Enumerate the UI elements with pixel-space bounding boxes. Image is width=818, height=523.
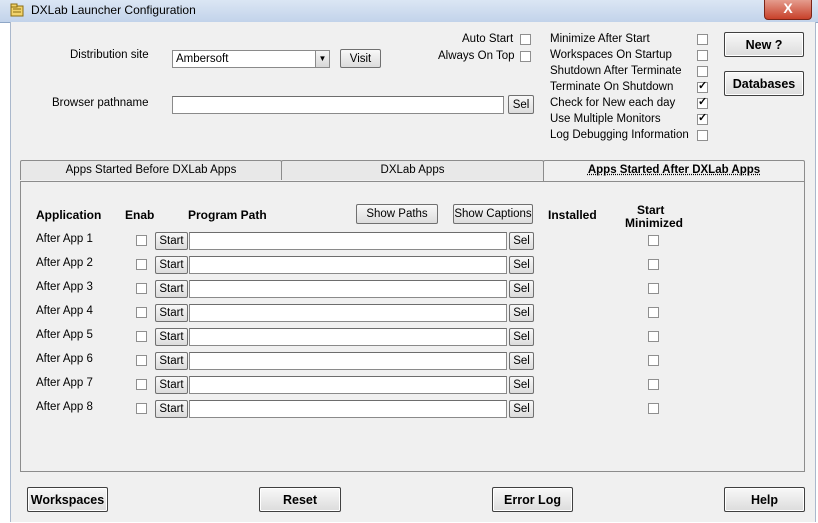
enable-checkbox[interactable]: [136, 259, 147, 270]
option-checkbox[interactable]: [697, 34, 708, 45]
browser-pathname-label: Browser pathname: [52, 97, 149, 109]
start-button[interactable]: Start: [155, 400, 188, 418]
app-name: After App 1: [36, 233, 93, 245]
enable-checkbox[interactable]: [136, 355, 147, 366]
option-label: Log Debugging Information: [550, 129, 689, 141]
start-minimized-checkbox[interactable]: [648, 379, 659, 390]
start-button[interactable]: Start: [155, 256, 188, 274]
distribution-site-label: Distribution site: [70, 49, 149, 61]
tab-panel: [20, 181, 805, 472]
option-label: Workspaces On Startup: [550, 49, 672, 61]
select-path-button[interactable]: Sel: [509, 328, 534, 346]
app-name: After App 5: [36, 329, 93, 341]
option-label: Terminate On Shutdown: [550, 81, 674, 93]
program-path-input[interactable]: [189, 304, 507, 322]
enable-checkbox[interactable]: [136, 307, 147, 318]
start-minimized-checkbox[interactable]: [648, 355, 659, 366]
start-minimized-checkbox[interactable]: [648, 235, 659, 246]
program-path-input[interactable]: [189, 256, 507, 274]
option-label: Use Multiple Monitors: [550, 113, 661, 125]
start-minimized-checkbox[interactable]: [648, 331, 659, 342]
header-minimized: Minimized: [625, 216, 684, 230]
browser-select-button[interactable]: Sel: [508, 95, 534, 114]
program-path-input[interactable]: [189, 280, 507, 298]
dropdown-arrow-icon[interactable]: ▼: [315, 51, 329, 67]
always-on-top-checkbox[interactable]: [520, 51, 531, 62]
start-minimized-checkbox[interactable]: [648, 259, 659, 270]
start-minimized-checkbox[interactable]: [648, 283, 659, 294]
header-installed: Installed: [548, 208, 597, 222]
program-path-input[interactable]: [189, 352, 507, 370]
app-folder-icon: [10, 3, 24, 17]
auto-start-checkbox[interactable]: [520, 34, 531, 45]
start-button[interactable]: Start: [155, 328, 188, 346]
program-path-input[interactable]: [189, 376, 507, 394]
show-captions-button[interactable]: Show Captions: [453, 204, 533, 224]
option-label: Check for New each day: [550, 97, 676, 109]
program-path-input[interactable]: [189, 232, 507, 250]
app-name: After App 3: [36, 281, 93, 293]
start-button[interactable]: Start: [155, 376, 188, 394]
tab-apps-after[interactable]: Apps Started After DXLab Apps: [543, 160, 805, 182]
select-path-button[interactable]: Sel: [509, 304, 534, 322]
select-path-button[interactable]: Sel: [509, 256, 534, 274]
distribution-site-dropdown[interactable]: Ambersoft ▼: [172, 50, 330, 68]
visit-button[interactable]: Visit: [340, 49, 381, 68]
start-button[interactable]: Start: [155, 352, 188, 370]
start-minimized-checkbox[interactable]: [648, 403, 659, 414]
tab-apps-before[interactable]: Apps Started Before DXLab Apps: [20, 160, 282, 180]
app-name: After App 7: [36, 377, 93, 389]
select-path-button[interactable]: Sel: [509, 352, 534, 370]
tab-apps-after-label: Apps Started After DXLab Apps: [587, 164, 761, 176]
auto-start-label: Auto Start: [462, 33, 514, 45]
enable-checkbox[interactable]: [136, 283, 147, 294]
app-name: After App 2: [36, 257, 93, 269]
close-button[interactable]: X: [764, 0, 812, 20]
option-label: Minimize After Start: [550, 33, 650, 45]
workspaces-button[interactable]: Workspaces: [27, 487, 108, 512]
title-bar: DXLab Launcher Configuration X: [0, 0, 818, 23]
option-checkbox[interactable]: [697, 130, 708, 141]
help-button[interactable]: Help: [724, 487, 805, 512]
browser-pathname-input[interactable]: [172, 96, 504, 114]
reset-button[interactable]: Reset: [259, 487, 341, 512]
header-application: Application: [36, 208, 102, 222]
start-button[interactable]: Start: [155, 280, 188, 298]
start-button[interactable]: Start: [155, 232, 188, 250]
header-program-path: Program Path: [188, 208, 267, 222]
header-enab: Enab: [125, 208, 155, 222]
databases-button[interactable]: Databases: [724, 71, 804, 96]
always-on-top-label: Always On Top: [438, 50, 515, 62]
error-log-button[interactable]: Error Log: [492, 487, 573, 512]
app-name: After App 8: [36, 401, 93, 413]
enable-checkbox[interactable]: [136, 235, 147, 246]
header-start: Start: [637, 203, 665, 217]
show-paths-button[interactable]: Show Paths: [356, 204, 438, 224]
window-title: DXLab Launcher Configuration: [31, 3, 196, 17]
select-path-button[interactable]: Sel: [509, 280, 534, 298]
tab-dxlab-apps[interactable]: DXLab Apps: [281, 160, 544, 180]
enable-checkbox[interactable]: [136, 331, 147, 342]
select-path-button[interactable]: Sel: [509, 400, 534, 418]
select-path-button[interactable]: Sel: [509, 376, 534, 394]
option-checkbox[interactable]: [697, 66, 708, 77]
option-checkbox[interactable]: [697, 79, 708, 93]
start-minimized-checkbox[interactable]: [648, 307, 659, 318]
option-checkbox[interactable]: [697, 111, 708, 125]
new-button[interactable]: New ?: [724, 32, 804, 57]
select-path-button[interactable]: Sel: [509, 232, 534, 250]
program-path-input[interactable]: [189, 328, 507, 346]
app-name: After App 6: [36, 353, 93, 365]
app-name: After App 4: [36, 305, 93, 317]
start-button[interactable]: Start: [155, 304, 188, 322]
option-checkbox[interactable]: [697, 95, 708, 109]
distribution-site-value: Ambersoft: [176, 53, 229, 65]
option-checkbox[interactable]: [697, 50, 708, 61]
option-label: Shutdown After Terminate: [550, 65, 682, 77]
enable-checkbox[interactable]: [136, 379, 147, 390]
program-path-input[interactable]: [189, 400, 507, 418]
enable-checkbox[interactable]: [136, 403, 147, 414]
